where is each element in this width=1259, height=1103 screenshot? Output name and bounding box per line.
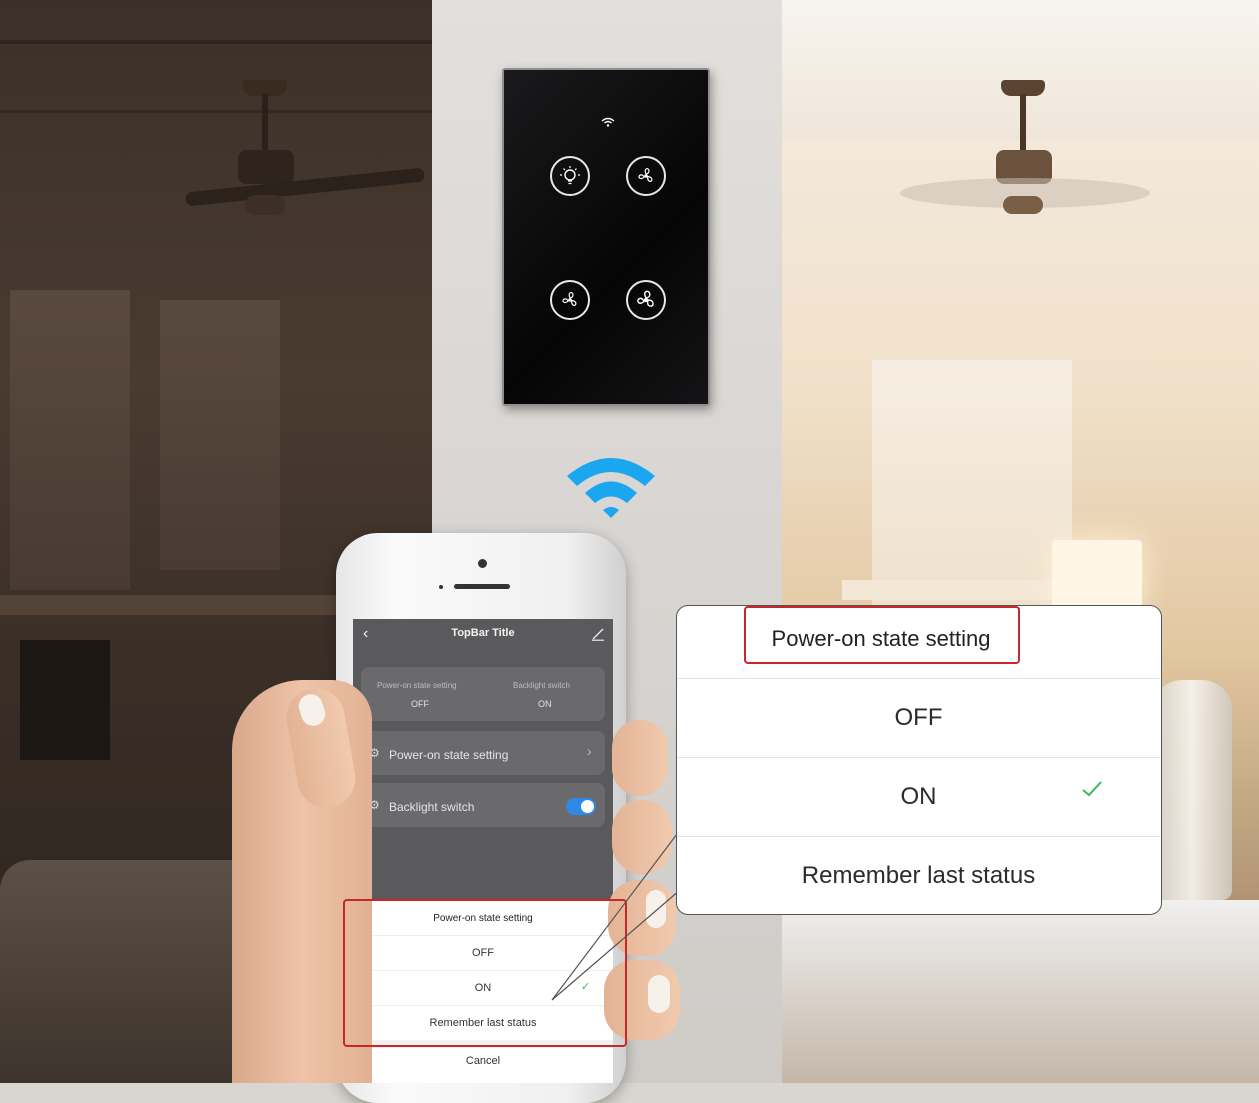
callout-title-highlight-box [744,606,1020,664]
summary-card [361,667,605,721]
smart-wall-switch [502,68,710,406]
fan-key-1[interactable] [626,156,666,196]
chevron-right-icon: › [587,743,592,759]
bulb-icon [560,166,580,185]
edit-icon[interactable] [591,627,605,646]
callout-option-off[interactable]: OFF [677,704,1160,732]
fan-icon [637,290,654,307]
topbar-title: TopBar Title [451,627,515,639]
backlight-toggle[interactable] [566,798,596,815]
callout-pointer [551,830,681,1001]
toggle-knob [581,800,594,813]
wifi-indicator-icon [601,114,615,132]
settings-row-backlight-label: Backlight switch [389,800,475,814]
light-key[interactable] [550,156,590,196]
earpiece-speaker [454,584,510,589]
wifi-signal-icon [563,450,659,527]
check-icon [1081,780,1103,803]
summary-label-backlight: Backlight switch [513,681,570,690]
fan-key-2[interactable] [550,280,590,320]
fan-icon [562,292,577,306]
summary-value-power-on: OFF [411,699,429,709]
front-sensor [439,585,443,589]
cancel-button[interactable]: Cancel [353,1055,613,1067]
callout-option-remember[interactable]: Remember last status [677,862,1160,890]
settings-row-power-on-label: Power-on state setting [389,748,509,762]
fan-icon [638,168,653,182]
summary-label-power-on: Power-on state setting [377,681,457,690]
summary-value-backlight: ON [538,699,552,709]
front-camera [478,559,487,568]
fan-key-3[interactable] [626,280,666,320]
